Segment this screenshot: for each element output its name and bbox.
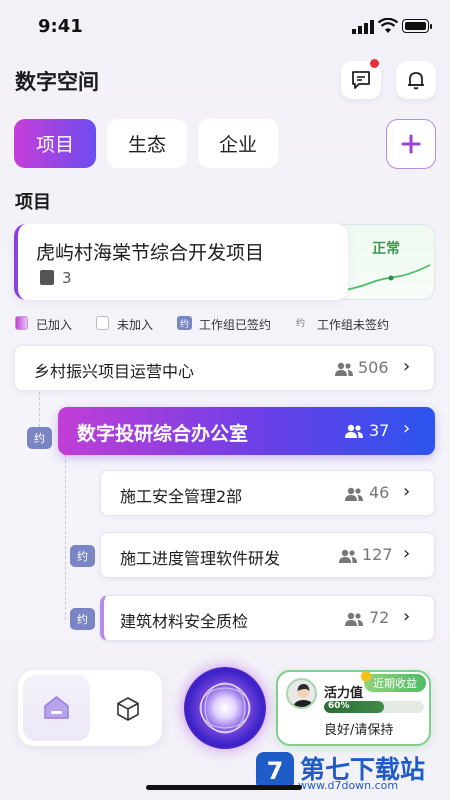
wifi-icon — [378, 18, 398, 33]
avatar — [286, 678, 317, 709]
legend-unsigned-tag: 约 — [296, 319, 306, 329]
recent-earnings-tag: 近期收益 — [364, 674, 426, 692]
signal-icon — [352, 20, 374, 34]
member-count: 506 — [358, 358, 389, 377]
add-button[interactable] — [386, 119, 436, 169]
home-icon — [44, 696, 69, 719]
chevron-right-icon: › — [403, 356, 411, 377]
chevron-right-icon: › — [403, 418, 411, 439]
tree-row-label: 乡村振兴项目运营中心 — [34, 362, 195, 381]
bell-button[interactable] — [396, 61, 436, 99]
legend-unsigned: 工作组未签约 — [317, 318, 390, 332]
plus-icon — [401, 134, 421, 154]
tree-row-label: 施工安全管理2部 — [120, 487, 243, 506]
tree-row-label: 建筑材料安全质检 — [120, 612, 249, 631]
tree-line — [65, 455, 66, 620]
tab-projects[interactable]: 项目 — [14, 119, 96, 168]
people-icon — [335, 362, 353, 376]
tree-row-label: 施工进度管理软件研发 — [120, 549, 281, 568]
tree-line — [39, 392, 40, 432]
bell-icon — [408, 72, 424, 90]
tab-ecosystem[interactable]: 生态 — [107, 119, 187, 168]
legend-signed: 工作组已签约 — [199, 318, 272, 332]
watermark-url: www.d7down.com — [298, 779, 399, 792]
people-icon — [345, 612, 363, 626]
trend-chart-icon — [340, 264, 431, 292]
status-label: 正常 — [372, 241, 400, 257]
signed-tag: 约 — [70, 545, 95, 567]
signed-tag: 约 — [27, 427, 52, 449]
chevron-right-icon: › — [403, 481, 411, 502]
assistant-orb-button[interactable] — [184, 667, 266, 749]
message-icon — [352, 71, 370, 89]
battery-cap — [430, 24, 432, 29]
legend-signed-tag: 约 — [177, 316, 192, 330]
project-count: 3 — [62, 269, 72, 287]
document-icon — [40, 270, 54, 285]
legend-joined-swatch — [15, 316, 28, 330]
legend-not-joined-swatch — [96, 316, 109, 330]
member-count: 72 — [369, 608, 390, 627]
project-name: 虎屿村海棠节综合开发项目 — [36, 242, 265, 264]
people-icon — [345, 424, 363, 438]
people-icon — [345, 487, 363, 501]
member-count: 127 — [362, 545, 393, 564]
member-count: 37 — [369, 421, 390, 440]
legend-joined: 已加入 — [36, 318, 73, 332]
tree-row-label: 数字投研综合办公室 — [77, 423, 249, 445]
status-time: 9:41 — [38, 16, 83, 37]
people-icon — [339, 549, 357, 563]
chevron-right-icon: › — [403, 606, 411, 627]
page-title: 数字空间 — [15, 70, 99, 94]
vitality-status: 良好/请保持 — [324, 723, 394, 738]
home-indicator[interactable] — [146, 785, 302, 790]
legend-not-joined: 未加入 — [117, 318, 154, 332]
cube-icon — [117, 697, 139, 721]
vitality-percent: 60% — [328, 701, 350, 711]
tab-enterprise[interactable]: 企业 — [198, 119, 278, 168]
battery-icon — [402, 19, 429, 33]
chevron-right-icon: › — [403, 543, 411, 564]
member-count: 46 — [369, 483, 390, 502]
signed-tag: 约 — [70, 608, 95, 630]
notification-dot — [370, 59, 379, 68]
vitality-title: 活力值 — [324, 686, 364, 701]
orb-ring-icon — [199, 682, 251, 734]
nav-home-button[interactable] — [23, 675, 90, 741]
section-title: 项目 — [15, 192, 51, 213]
nav-cube-button[interactable] — [108, 690, 148, 728]
status-card — [334, 224, 435, 300]
coin-icon: ● — [360, 668, 373, 684]
